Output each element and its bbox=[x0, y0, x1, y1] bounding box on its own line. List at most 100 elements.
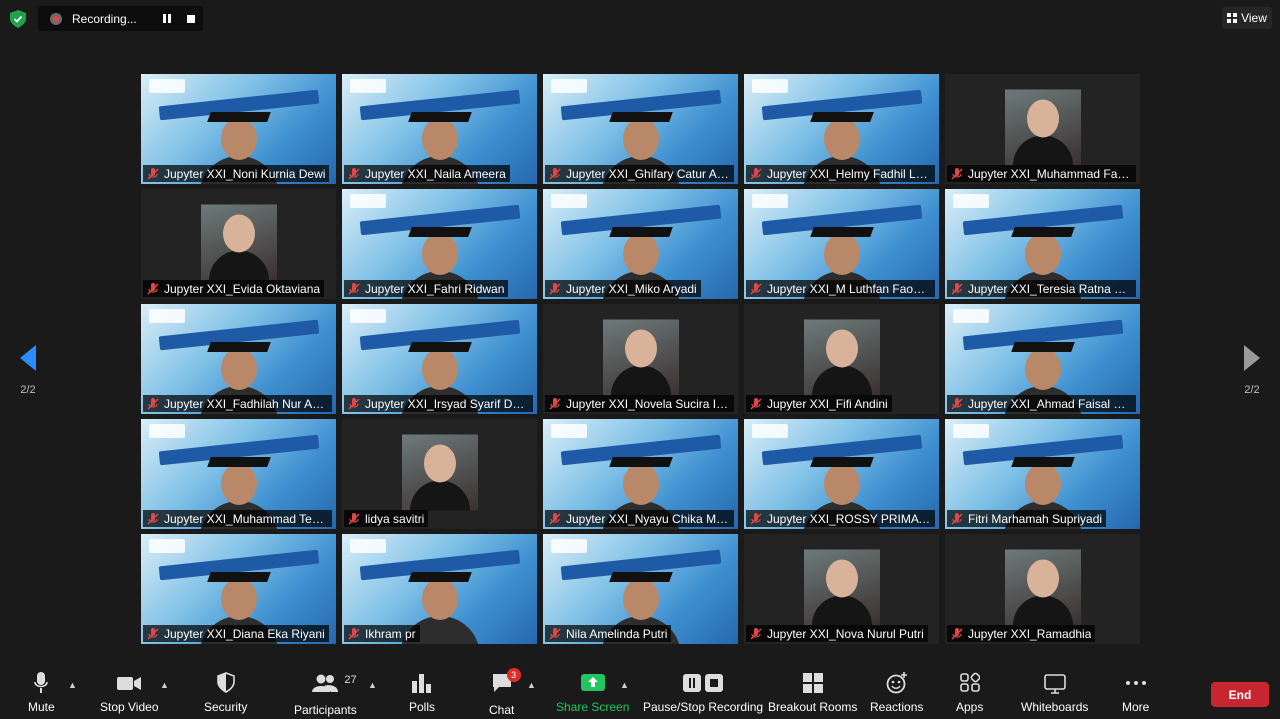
previous-page-button[interactable]: 2/2 bbox=[16, 345, 40, 396]
participant-tile[interactable]: Jupyter XXI_Evida Oktaviana bbox=[141, 189, 336, 299]
recording-indicator: Recording... bbox=[38, 6, 203, 31]
apps-label: Apps bbox=[956, 700, 984, 714]
security-button[interactable]: Security bbox=[204, 672, 247, 714]
more-button[interactable]: More bbox=[1122, 672, 1149, 714]
participant-tile[interactable]: Ikhram pr bbox=[342, 534, 537, 644]
microphone-icon bbox=[34, 672, 49, 693]
encryption-shield-icon[interactable] bbox=[10, 10, 26, 28]
muted-microphone-icon bbox=[549, 167, 561, 180]
participant-tile[interactable]: Jupyter XXI_ROSSY PRIMA NA... bbox=[744, 419, 939, 529]
participant-tile[interactable]: Jupyter XXI_Fifi Andini bbox=[744, 304, 939, 414]
participant-tile[interactable]: Jupyter XXI_Fahri Ridwan bbox=[342, 189, 537, 299]
participant-name-bar: Jupyter XXI_Muhammad Tega... bbox=[143, 510, 332, 527]
participant-tile[interactable]: Jupyter XXI_Novela Sucira I. S bbox=[543, 304, 738, 414]
pause-recording-button[interactable] bbox=[155, 6, 179, 31]
video-camera-icon bbox=[117, 677, 142, 690]
pause-stop-recording-button[interactable]: Pause/Stop Recording bbox=[643, 672, 763, 714]
participant-name-bar: Jupyter XXI_Helmy Fadhil Lan... bbox=[746, 165, 935, 182]
participant-gallery: Jupyter XXI_Noni Kurnia Dewi Jupyter XXI_… bbox=[141, 74, 1140, 644]
participant-profile-photo bbox=[1004, 549, 1081, 626]
stop-recording-button[interactable] bbox=[179, 6, 203, 31]
view-button[interactable]: View bbox=[1222, 7, 1272, 29]
chat-button[interactable]: 3 Chat bbox=[489, 668, 521, 717]
participant-tile[interactable]: Jupyter XXI_M Luthfan Faohan bbox=[744, 189, 939, 299]
participant-name-bar: Jupyter XXI_Nova Nurul Putri bbox=[746, 625, 928, 642]
participant-tile[interactable]: Jupyter XXI_Nova Nurul Putri bbox=[744, 534, 939, 644]
participant-tile[interactable]: Jupyter XXI_Muhammad Fath... bbox=[945, 74, 1140, 184]
participant-name: Jupyter XXI_Evida Oktaviana bbox=[164, 281, 321, 296]
participant-name: lidya savitri bbox=[365, 511, 425, 526]
participant-tile[interactable]: Jupyter XXI_Ahmad Faisal Sire... bbox=[945, 304, 1140, 414]
polls-label: Polls bbox=[409, 700, 436, 714]
muted-microphone-icon bbox=[549, 512, 561, 525]
participants-options-caret[interactable]: ▲ bbox=[368, 680, 377, 690]
muted-microphone-icon bbox=[951, 282, 963, 295]
polls-button[interactable]: Polls bbox=[409, 672, 435, 714]
muted-microphone-icon bbox=[147, 397, 159, 410]
muted-microphone-icon bbox=[348, 282, 360, 295]
pause-stop-recording-icon bbox=[683, 674, 724, 692]
share-screen-arrow-icon bbox=[580, 674, 605, 691]
participant-tile[interactable]: Jupyter XXI_Teresia Ratna Cali... bbox=[945, 189, 1140, 299]
participant-tile[interactable]: Jupyter XXI_Noni Kurnia Dewi bbox=[141, 74, 336, 184]
participant-tile[interactable]: Fitri Marhamah Supriyadi bbox=[945, 419, 1140, 529]
participant-name-bar: Jupyter XXI_Irsyad Syarif Dwi ... bbox=[344, 395, 533, 412]
chevron-right-icon bbox=[1244, 345, 1260, 371]
participant-tile[interactable]: Jupyter XXI_Ghifary Catur Ach... bbox=[543, 74, 738, 184]
stop-video-button[interactable]: Stop Video bbox=[100, 672, 159, 714]
participant-tile[interactable]: Jupyter XXI_Diana Eka Riyani bbox=[141, 534, 336, 644]
participant-name: Jupyter XXI_M Luthfan Faohan bbox=[767, 281, 931, 296]
muted-microphone-icon bbox=[750, 282, 762, 295]
participant-name: Jupyter XXI_Muhammad Tega... bbox=[164, 511, 328, 526]
audio-options-caret[interactable]: ▲ bbox=[68, 680, 77, 690]
participant-tile[interactable]: Jupyter XXI_Muhammad Tega... bbox=[141, 419, 336, 529]
view-label: View bbox=[1241, 11, 1267, 25]
grid-view-icon bbox=[1227, 13, 1238, 23]
muted-microphone-icon bbox=[348, 167, 360, 180]
participant-name-bar: Nila Amelinda Putri bbox=[545, 625, 672, 642]
video-options-caret[interactable]: ▲ bbox=[160, 680, 169, 690]
muted-microphone-icon bbox=[147, 282, 159, 295]
participant-tile[interactable]: Jupyter XXI_Ramadhia bbox=[945, 534, 1140, 644]
meeting-toolbar: Mute ▲ Stop Video ▲ Security 27 Particip… bbox=[0, 660, 1280, 719]
participant-name: Jupyter XXI_Miko Aryadi bbox=[566, 281, 697, 296]
breakout-rooms-label: Breakout Rooms bbox=[768, 700, 858, 714]
muted-microphone-icon bbox=[549, 282, 561, 295]
participant-name-bar: Jupyter XXI_Muhammad Fath... bbox=[947, 165, 1136, 182]
next-page-button[interactable]: 2/2 bbox=[1240, 345, 1264, 396]
participant-name: Jupyter XXI_Noni Kurnia Dewi bbox=[164, 166, 326, 181]
participant-tile[interactable]: Nila Amelinda Putri bbox=[543, 534, 738, 644]
participant-profile-photo bbox=[200, 204, 277, 281]
participant-tile[interactable]: Jupyter XXI_Irsyad Syarif Dwi ... bbox=[342, 304, 537, 414]
participant-tile[interactable]: Jupyter XXI_Miko Aryadi bbox=[543, 189, 738, 299]
share-screen-options-caret[interactable]: ▲ bbox=[620, 680, 629, 690]
muted-microphone-icon bbox=[750, 512, 762, 525]
participant-tile[interactable]: Jupyter XXI_Helmy Fadhil Lan... bbox=[744, 74, 939, 184]
whiteboard-icon bbox=[1043, 674, 1066, 694]
participant-name: Ikhram pr bbox=[365, 626, 416, 641]
breakout-rooms-button[interactable]: Breakout Rooms bbox=[768, 672, 857, 714]
mute-button[interactable]: Mute bbox=[28, 672, 55, 714]
participant-name: Jupyter XXI_Fifi Andini bbox=[767, 396, 888, 411]
reactions-button[interactable]: Reactions bbox=[870, 672, 923, 714]
participant-tile[interactable]: Jupyter XXI_Nyayu Chika Mar... bbox=[543, 419, 738, 529]
participant-name: Jupyter XXI_Nyayu Chika Mar... bbox=[566, 511, 730, 526]
participant-tile[interactable]: Jupyter XXI_Naila Ameera bbox=[342, 74, 537, 184]
whiteboards-button[interactable]: Whiteboards bbox=[1021, 672, 1088, 714]
participant-name: Nila Amelinda Putri bbox=[566, 626, 668, 641]
participant-name: Jupyter XXI_Helmy Fadhil Lan... bbox=[767, 166, 931, 181]
page-indicator-left: 2/2 bbox=[20, 384, 36, 396]
participant-profile-photo bbox=[602, 319, 679, 396]
share-screen-button[interactable]: Share Screen bbox=[556, 672, 629, 714]
participant-tile[interactable]: Jupyter XXI_Fadhilah Nur Ama... bbox=[141, 304, 336, 414]
chat-options-caret[interactable]: ▲ bbox=[527, 680, 536, 690]
chat-label: Chat bbox=[489, 703, 515, 717]
participants-button[interactable]: 27 Participants bbox=[294, 672, 357, 717]
end-meeting-button[interactable]: End bbox=[1211, 682, 1269, 707]
smiley-reaction-icon bbox=[886, 672, 907, 694]
participants-icon bbox=[312, 674, 339, 692]
participant-tile[interactable]: lidya savitri bbox=[342, 419, 537, 529]
apps-button[interactable]: Apps bbox=[956, 672, 983, 714]
participant-name-bar: Jupyter XXI_Evida Oktaviana bbox=[143, 280, 325, 297]
participant-name-bar: Ikhram pr bbox=[344, 625, 420, 642]
